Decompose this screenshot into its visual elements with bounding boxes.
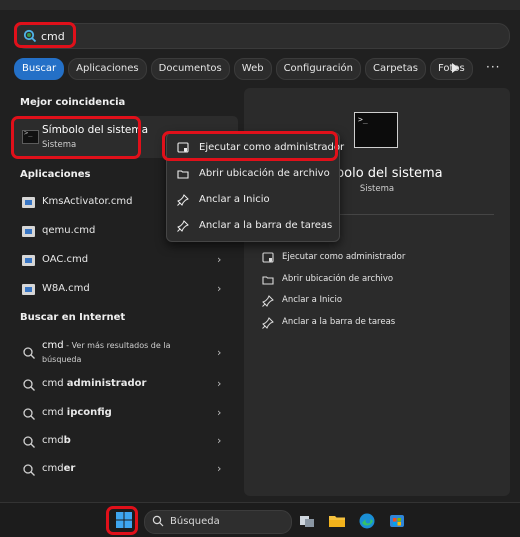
menu-item-pin-start[interactable]: Anclar a Inicio xyxy=(167,187,339,213)
search-box[interactable] xyxy=(14,23,510,49)
chevron-right-icon[interactable]: › xyxy=(217,346,221,359)
best-match-subtitle: Sistema xyxy=(42,140,77,150)
app-window-icon xyxy=(22,255,35,266)
menu-item-pin-taskbar[interactable]: Anclar a la barra de tareas xyxy=(167,213,339,239)
web-suggestion-item[interactable]: cmd ipconfig › xyxy=(14,401,238,427)
menu-item-open-location[interactable]: Abrir ubicación de archivo xyxy=(167,161,339,187)
best-match-heading: Mejor coincidencia xyxy=(20,97,126,108)
detail-action-run-as-admin[interactable]: Ejecutar como administrador xyxy=(262,250,492,266)
search-icon xyxy=(23,464,35,476)
chevron-right-icon[interactable]: › xyxy=(217,282,221,295)
store-app-icon[interactable] xyxy=(388,512,406,530)
shield-icon xyxy=(177,142,189,153)
command-prompt-large-icon xyxy=(354,112,398,148)
best-match-title: Símbolo del sistema xyxy=(42,124,149,136)
shield-icon xyxy=(262,252,274,263)
menu-item-run-as-admin[interactable]: Ejecutar como administrador xyxy=(167,135,344,161)
app-item-label: W8A.cmd xyxy=(42,283,90,294)
pin-icon xyxy=(177,220,189,232)
web-suggestion-item[interactable]: cmder › xyxy=(14,457,238,483)
chevron-right-icon[interactable]: › xyxy=(217,434,221,447)
detail-action-label: Anclar a la barra de tareas xyxy=(282,317,396,327)
more-options-icon[interactable]: ··· xyxy=(486,60,500,74)
search-icon xyxy=(23,436,35,448)
chevron-right-icon[interactable]: › xyxy=(217,377,221,390)
folder-icon xyxy=(177,170,189,179)
file-explorer-icon[interactable] xyxy=(328,512,346,530)
pin-icon xyxy=(262,295,274,307)
app-window-icon xyxy=(22,226,35,237)
edge-browser-icon[interactable] xyxy=(358,512,376,530)
search-input[interactable] xyxy=(41,27,341,45)
web-suggestion-item[interactable]: cmdb › xyxy=(14,429,238,455)
menu-item-label: Anclar a la barra de tareas xyxy=(199,220,333,231)
web-suggestion-label: cmdb xyxy=(42,435,71,446)
tab-web[interactable]: Web xyxy=(233,58,272,80)
app-item[interactable]: OAC.cmd › xyxy=(14,248,238,274)
app-item[interactable]: W8A.cmd › xyxy=(14,277,238,303)
command-prompt-icon xyxy=(22,129,39,144)
search-icon xyxy=(152,515,164,527)
menu-item-label: Ejecutar como administrador xyxy=(199,142,345,153)
menu-item-label: Anclar a Inicio xyxy=(199,194,270,205)
search-icon xyxy=(23,29,37,43)
menu-item-label: Abrir ubicación de archivo xyxy=(199,168,330,179)
detail-action-open-location[interactable]: Abrir ubicación de archivo xyxy=(262,272,492,288)
search-icon xyxy=(23,347,35,359)
app-item-label: OAC.cmd xyxy=(42,254,89,265)
app-window-icon xyxy=(22,284,35,295)
chevron-right-icon[interactable]: › xyxy=(217,406,221,419)
pin-icon xyxy=(262,317,274,329)
web-suggestion-label: cmd administrador xyxy=(42,378,147,389)
taskbar-search-label: Búsqueda xyxy=(170,516,220,527)
web-result-item[interactable]: cmd - Ver más resultados de la búsqueda … xyxy=(14,336,238,372)
search-icon xyxy=(23,379,35,391)
apps-heading: Aplicaciones xyxy=(20,169,91,180)
app-window-icon xyxy=(22,197,35,208)
filter-tabs: Buscar Aplicaciones Documentos Web Confi… xyxy=(14,58,473,80)
web-suggestion-label: cmder xyxy=(42,463,76,474)
tab-carpetas[interactable]: Carpetas xyxy=(364,58,426,80)
context-menu: Ejecutar como administrador Abrir ubicac… xyxy=(166,132,344,242)
app-item-label: qemu.cmd xyxy=(42,225,96,236)
chevron-right-icon[interactable]: › xyxy=(217,253,221,266)
web-result-label: cmd - Ver más resultados de la xyxy=(42,340,170,351)
detail-action-label: Abrir ubicación de archivo xyxy=(282,274,394,284)
detail-action-pin-taskbar[interactable]: Anclar a la barra de tareas xyxy=(262,315,492,331)
taskbar: Búsqueda xyxy=(0,502,520,537)
tab-configuracion[interactable]: Configuración xyxy=(275,58,361,80)
task-view-icon[interactable] xyxy=(298,512,316,530)
pin-icon xyxy=(177,194,189,206)
top-strip xyxy=(0,0,520,10)
taskbar-search[interactable]: Búsqueda xyxy=(144,510,292,534)
search-icon xyxy=(23,408,35,420)
play-icon[interactable] xyxy=(452,63,459,73)
detail-action-pin-start[interactable]: Anclar a Inicio xyxy=(262,293,492,309)
web-heading: Buscar en Internet xyxy=(20,312,126,323)
detail-action-label: Ejecutar como administrador xyxy=(282,252,406,262)
windows-start-icon[interactable] xyxy=(115,511,133,529)
web-result-hint: - Ver más resultados de la xyxy=(63,341,171,350)
chevron-right-icon[interactable]: › xyxy=(217,462,221,475)
web-suggestion-label: cmd ipconfig xyxy=(42,407,112,418)
tab-documentos[interactable]: Documentos xyxy=(150,58,230,80)
tab-buscar[interactable]: Buscar xyxy=(14,58,65,80)
app-item-label: KmsActivator.cmd xyxy=(42,196,133,207)
detail-action-label: Anclar a Inicio xyxy=(282,295,343,305)
web-suggestion-item[interactable]: cmd administrador › xyxy=(14,372,238,398)
web-result-term: cmd xyxy=(42,340,64,351)
folder-icon xyxy=(262,276,274,285)
web-result-hint-2: búsqueda xyxy=(42,355,82,364)
tab-aplicaciones[interactable]: Aplicaciones xyxy=(68,58,147,80)
